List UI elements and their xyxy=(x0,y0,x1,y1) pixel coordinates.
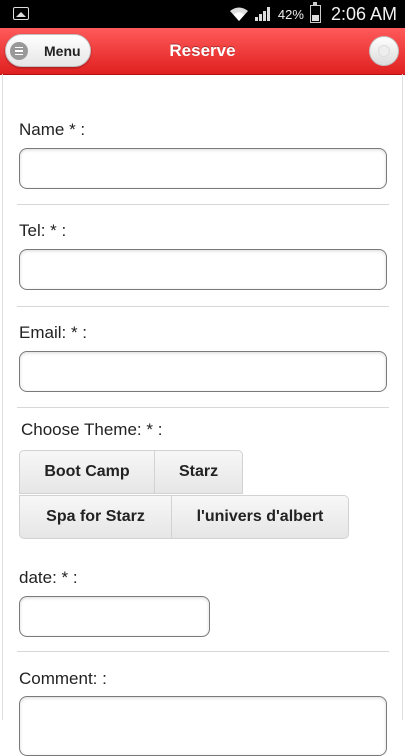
status-bar: 42% 2:06 AM xyxy=(0,0,405,28)
email-label: Email: * : xyxy=(19,323,88,342)
menu-button[interactable]: Menu xyxy=(5,34,91,67)
theme-label: Choose Theme: * : xyxy=(21,420,163,439)
date-input[interactable] xyxy=(19,596,210,637)
divider xyxy=(17,407,389,408)
clock: 2:06 AM xyxy=(330,3,397,24)
theme-option-starz[interactable]: Starz xyxy=(154,450,243,494)
wifi-icon xyxy=(229,7,248,21)
image-notification-icon xyxy=(13,7,29,20)
battery-icon xyxy=(309,2,321,23)
email-input[interactable] xyxy=(19,351,387,392)
reserve-form: Name * : Tel: * : Email: * : Choose Them… xyxy=(2,74,403,756)
signal-icon xyxy=(254,6,272,22)
name-input[interactable] xyxy=(19,148,387,189)
circle-icon xyxy=(378,45,390,57)
theme-option-univers-albert[interactable]: l'univers d'albert xyxy=(171,495,349,539)
tel-label: Tel: * : xyxy=(19,221,67,240)
divider xyxy=(17,204,389,205)
header-bar: Reserve Menu xyxy=(0,28,405,75)
divider xyxy=(17,306,389,307)
divider xyxy=(17,651,389,652)
menu-button-label: Menu xyxy=(44,42,81,59)
status-icons: 42% 2:06 AM xyxy=(229,0,397,28)
theme-option-boot-camp[interactable]: Boot Camp xyxy=(19,450,155,494)
theme-option-spa-for-starz[interactable]: Spa for Starz xyxy=(19,495,172,539)
tel-input[interactable] xyxy=(19,249,387,290)
date-label: date: * : xyxy=(19,568,78,587)
header-action-button[interactable] xyxy=(369,36,399,66)
comment-textarea[interactable] xyxy=(19,696,387,756)
menu-icon xyxy=(10,41,28,60)
comment-label: Comment: : xyxy=(19,669,107,688)
name-label: Name * : xyxy=(19,120,86,139)
battery-percent: 42% xyxy=(277,6,304,22)
